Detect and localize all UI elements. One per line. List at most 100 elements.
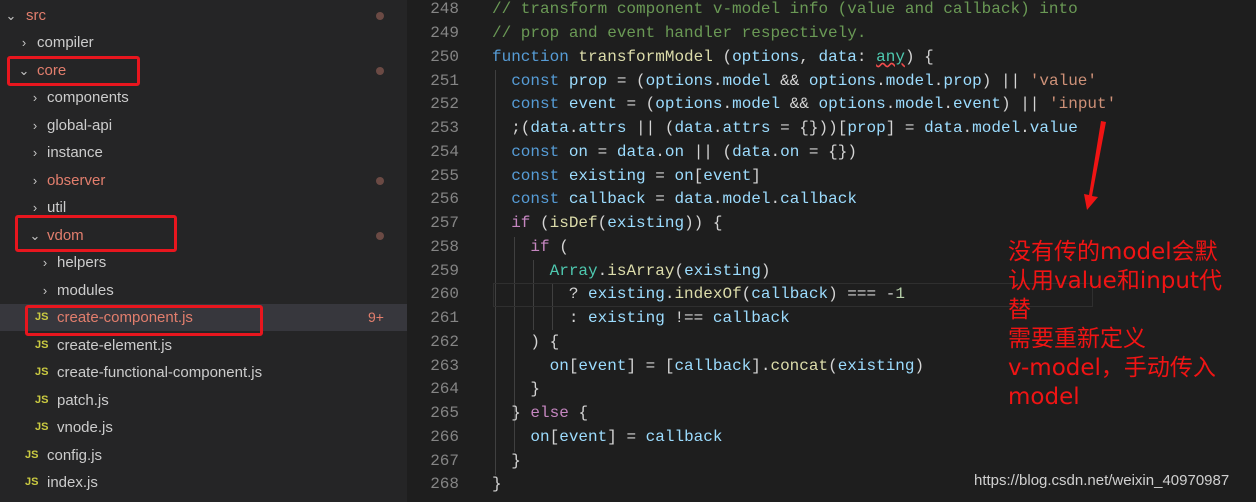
chevron-right-icon: › [32, 145, 38, 160]
code-text: } [530, 380, 541, 398]
tree-label: vdom [47, 227, 84, 244]
code-line: 249 // prop and event handler respectivel… [407, 21, 1256, 45]
problem-count-badge: 9+ [368, 309, 384, 325]
annotation-arrow-icon [1084, 121, 1106, 210]
code-text: } [511, 452, 521, 470]
current-line-highlight [493, 283, 1093, 307]
tree-folder-instance[interactable]: › instance [0, 139, 407, 166]
tree-label: create-component.js [57, 309, 193, 326]
js-file-icon: JS [25, 476, 39, 488]
tree-file-config[interactable]: JS config.js [0, 442, 407, 469]
annotation-line: 认用value和input代 [1008, 268, 1222, 294]
tree-label: modules [57, 282, 114, 299]
chevron-right-icon: › [32, 173, 38, 188]
js-file-icon: JS [35, 366, 49, 378]
chevron-right-icon: › [32, 90, 38, 105]
annotation-note: 没有传的model会默 认用value和input代 替 需要重新定义 v-mo… [1008, 238, 1248, 412]
line-number: 257 [430, 214, 459, 232]
code-text: if ( [530, 238, 569, 256]
tree-folder-compiler[interactable]: › compiler [0, 29, 407, 56]
tree-label: core [37, 62, 67, 79]
annotation-line: 替 [1008, 297, 1031, 323]
tree-folder-util[interactable]: › util [0, 194, 407, 221]
line-number: 249 [430, 24, 459, 42]
tree-folder-components[interactable]: › components [0, 84, 407, 111]
tree-folder-helpers[interactable]: › helpers [0, 249, 407, 276]
code-line: 254 const on = data.on || (data.on = {}) [407, 140, 1256, 164]
chevron-down-icon: ⌄ [29, 228, 41, 243]
code-text: const callback = data.model.callback [511, 190, 857, 208]
chevron-down-icon: ⌄ [18, 63, 30, 78]
tree-folder-src[interactable]: ⌄ src [0, 2, 407, 29]
code-text: const prop = (options.model && options.m… [511, 72, 1098, 90]
tree-file-patch[interactable]: JS patch.js [0, 387, 407, 414]
js-file-icon: JS [35, 394, 49, 406]
tree-folder-vdom[interactable]: ⌄ vdom [0, 222, 407, 249]
modified-dot-icon [376, 232, 384, 240]
annotation-line: v-model，手动传入 [1008, 355, 1216, 381]
tree-label: compiler [37, 34, 94, 51]
code-text: const existing = on[event] [511, 167, 761, 185]
tree-folder-observer[interactable]: › observer [0, 167, 407, 194]
modified-dot-icon [376, 177, 384, 185]
tree-folder-global-api[interactable]: › global-api [0, 112, 407, 139]
tree-file-create-component[interactable]: JS create-component.js 9+ [0, 304, 407, 331]
js-file-icon: JS [35, 339, 49, 351]
code-text: } [492, 475, 502, 493]
code-text: // transform component v-model info (val… [492, 0, 1078, 18]
tree-file-create-functional-component[interactable]: JS create-functional-component.js [0, 359, 407, 386]
tree-label: instance [47, 144, 103, 161]
code-text: on[event] = [callback].concat(existing) [549, 357, 925, 375]
code-line: 251 const prop = (options.model && optio… [407, 69, 1256, 93]
code-line: 248 // transform component v-model info (… [407, 0, 1256, 21]
code-text: } else { [511, 404, 589, 422]
modified-dot-icon [376, 12, 384, 20]
tree-label: create-element.js [57, 337, 173, 354]
tree-file-index[interactable]: JS index.js [0, 469, 407, 496]
tree-file-vnode[interactable]: JS vnode.js [0, 414, 407, 441]
tree-label: util [47, 199, 67, 216]
chevron-right-icon: › [32, 200, 38, 215]
code-line: 255 const existing = on[event] [407, 164, 1256, 188]
tree-folder-modules[interactable]: › modules [0, 277, 407, 304]
code-text: const on = data.on || (data.on = {}) [511, 143, 857, 161]
tree-label: src [26, 7, 46, 24]
code-line: 250 function transformModel (options, dat… [407, 45, 1256, 69]
js-file-icon: JS [35, 311, 49, 323]
line-number: 267 [430, 452, 459, 470]
code-line: 267 } [407, 449, 1256, 473]
code-text: : existing !== callback [568, 309, 790, 327]
code-text: const event = (options.model && options.… [511, 95, 1117, 113]
code-text: ) { [530, 333, 560, 351]
code-line: 253 ;(data.attrs || (data.attrs = {}))[p… [407, 116, 1256, 140]
line-number: 265 [430, 404, 459, 422]
annotation-line: 需要重新定义 [1008, 326, 1146, 352]
modified-dot-icon [376, 67, 384, 75]
watermark: https://blog.csdn.net/weixin_40970987 [974, 472, 1230, 489]
tree-label: observer [47, 172, 106, 189]
chevron-right-icon: › [32, 118, 38, 133]
code-line: 257 if (isDef(existing)) { [407, 211, 1256, 235]
line-number: 250 [430, 48, 459, 66]
code-text: // prop and event handler respectively. [492, 24, 867, 42]
tree-folder-core[interactable]: ⌄ core [0, 57, 407, 84]
annotation-line: model [1008, 384, 1080, 410]
tree-label: helpers [57, 254, 107, 271]
line-number: 266 [430, 428, 459, 446]
code-text: Array.isArray(existing) [549, 262, 771, 280]
line-number: 262 [430, 333, 459, 351]
tree-label: vnode.js [57, 419, 113, 436]
code-line: 266 on[event] = callback [407, 425, 1256, 449]
tree-file-create-element[interactable]: JS create-element.js [0, 332, 407, 359]
line-number: 268 [430, 475, 459, 493]
line-number: 263 [430, 357, 459, 375]
code-line: 256 const callback = data.model.callback [407, 187, 1256, 211]
line-number: 254 [430, 143, 459, 161]
line-number: 248 [430, 0, 459, 18]
line-number: 252 [430, 95, 459, 113]
chevron-right-icon: › [42, 255, 48, 270]
line-number: 253 [430, 119, 459, 137]
tree-label: config.js [47, 447, 103, 464]
tree-label: create-functional-component.js [57, 364, 263, 381]
line-number: 264 [430, 380, 459, 398]
